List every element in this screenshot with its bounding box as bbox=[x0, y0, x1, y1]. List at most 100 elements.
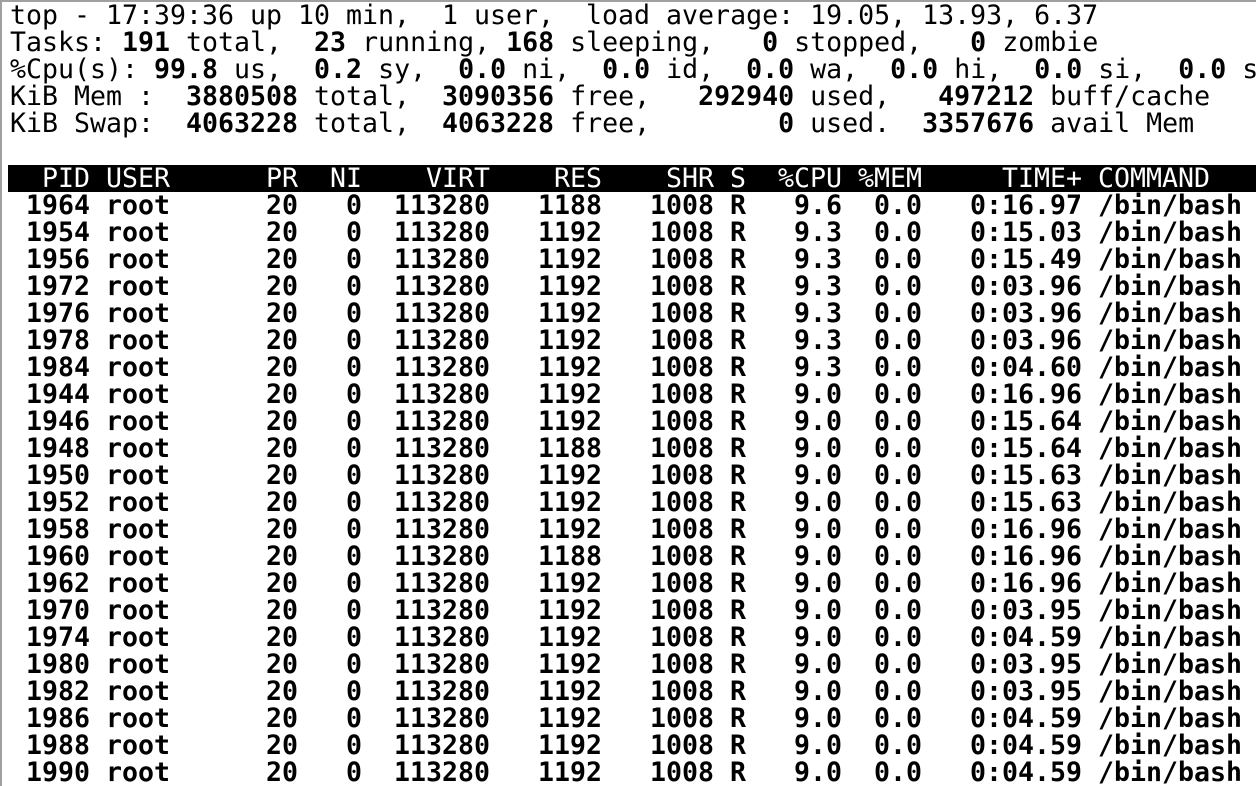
cell-command: /bin/bash bbox=[1098, 487, 1243, 518]
cell-pid: 1954 bbox=[25, 217, 90, 248]
cell-pid: 1988 bbox=[25, 730, 90, 761]
cell-mem: 0.0 bbox=[873, 190, 922, 221]
summary-value: 4063228 bbox=[186, 108, 299, 139]
cell-time: 0:04.59 bbox=[969, 730, 1082, 761]
cell-pid: 1956 bbox=[25, 244, 90, 275]
cell-time: 0:15.03 bbox=[969, 217, 1082, 248]
cell-mem: 0.0 bbox=[873, 568, 922, 599]
cell-mem: 0.0 bbox=[873, 676, 922, 707]
cell-command: /bin/bash bbox=[1098, 622, 1243, 653]
summary-value: 3357676 bbox=[922, 108, 1035, 139]
cell-command: /bin/bash bbox=[1098, 568, 1243, 599]
summary-label: s bbox=[1226, 54, 1256, 85]
cell-time: 0:03.95 bbox=[969, 676, 1082, 707]
cell-command: /bin/bash bbox=[1098, 757, 1243, 786]
cell-mem: 0.0 bbox=[873, 352, 922, 383]
cell-time: 0:04.59 bbox=[969, 757, 1082, 786]
cell-pid: 1950 bbox=[25, 460, 90, 491]
cell-pid: 1972 bbox=[25, 271, 90, 302]
cell-command: /bin/bash bbox=[1098, 730, 1243, 761]
cell-time: 0:16.97 bbox=[969, 190, 1082, 221]
cell-mem: 0.0 bbox=[873, 217, 922, 248]
cell-pid: 1960 bbox=[25, 541, 90, 572]
cpu-line: %Cpu(s): 99.8 us, 0.2 sy, 0.0 ni, 0.0 id… bbox=[10, 56, 1256, 83]
cell-time: 0:03.96 bbox=[969, 325, 1082, 356]
column-header-time: TIME+ bbox=[1001, 163, 1082, 194]
cell-mem: 0.0 bbox=[873, 487, 922, 518]
cell-pid: 1964 bbox=[25, 190, 90, 221]
summary-value: 4063228 bbox=[442, 108, 555, 139]
cell-command: /bin/bash bbox=[1098, 325, 1243, 356]
cell-mem: 0.0 bbox=[873, 460, 922, 491]
cell-pid: 1974 bbox=[25, 622, 90, 653]
cell-time: 0:03.96 bbox=[969, 271, 1082, 302]
cell-pid: 1980 bbox=[25, 649, 90, 680]
cell-command: /bin/bash bbox=[1098, 244, 1243, 275]
cell-mem: 0.0 bbox=[873, 541, 922, 572]
cell-command: /bin/bash bbox=[1098, 541, 1243, 572]
cell-command: /bin/bash bbox=[1098, 217, 1243, 248]
cell-command: /bin/bash bbox=[1098, 460, 1243, 491]
cell-command: /bin/bash bbox=[1098, 649, 1243, 680]
cell-pid: 1944 bbox=[25, 379, 90, 410]
cell-mem: 0.0 bbox=[873, 730, 922, 761]
cell-mem: 0.0 bbox=[873, 433, 922, 464]
cell-mem: 0.0 bbox=[873, 244, 922, 275]
cell-command: /bin/bash bbox=[1098, 406, 1243, 437]
cell-time: 0:03.95 bbox=[969, 595, 1082, 626]
cell-pid: 1952 bbox=[25, 487, 90, 518]
summary-value: 0 bbox=[778, 108, 795, 139]
summary-label: free, bbox=[554, 108, 779, 139]
cell-command: /bin/bash bbox=[1098, 352, 1243, 383]
cell-mem: 0.0 bbox=[873, 595, 922, 626]
summary-label: used. bbox=[794, 108, 923, 139]
cell-time: 0:04.59 bbox=[969, 622, 1082, 653]
cell-pid: 1958 bbox=[25, 514, 90, 545]
cell-time: 0:04.59 bbox=[969, 703, 1082, 734]
cell-pid: 1970 bbox=[25, 595, 90, 626]
cell-mem: 0.0 bbox=[873, 703, 922, 734]
cell-time: 0:16.96 bbox=[969, 568, 1082, 599]
cell-command: /bin/bash bbox=[1098, 703, 1243, 734]
cell-mem: 0.0 bbox=[873, 298, 922, 329]
mem-line: KiB Mem : 3880508 total, 3090356 free, 2… bbox=[10, 83, 1210, 110]
tasks-line: Tasks: 191 total, 23 running, 168 sleepi… bbox=[10, 29, 1098, 56]
cell-command: /bin/bash bbox=[1098, 190, 1243, 221]
cell-pid: 1946 bbox=[25, 406, 90, 437]
cell-time: 0:15.64 bbox=[969, 433, 1082, 464]
cell-command: /bin/bash bbox=[1098, 271, 1243, 302]
cell-time: 0:16.96 bbox=[969, 514, 1082, 545]
cell-time: 0:04.60 bbox=[969, 352, 1082, 383]
cell-mem: 0.0 bbox=[873, 622, 922, 653]
column-header-mem: %MEM bbox=[857, 163, 922, 194]
swap-line: KiB Swap: 4063228 total, 4063228 free, 0… bbox=[10, 110, 1194, 137]
cell-pid: 1984 bbox=[25, 352, 90, 383]
cell-pid: 1990 bbox=[25, 757, 90, 786]
cell-mem: 0.0 bbox=[873, 271, 922, 302]
cell-mem: 0.0 bbox=[873, 406, 922, 437]
summary-label: KiB Swap: bbox=[10, 108, 187, 139]
cell-command: /bin/bash bbox=[1098, 433, 1243, 464]
cell-command: /bin/bash bbox=[1098, 379, 1243, 410]
cell-mem: 0.0 bbox=[873, 379, 922, 410]
cell-mem: 0.0 bbox=[873, 325, 922, 356]
cell-time: 0:03.96 bbox=[969, 298, 1082, 329]
cell-pid: 1962 bbox=[25, 568, 90, 599]
cell-time: 0:15.49 bbox=[969, 244, 1082, 275]
cell-time: 0:15.63 bbox=[969, 487, 1082, 518]
cell-command: /bin/bash bbox=[1098, 676, 1243, 707]
cell-time: 0:16.96 bbox=[969, 541, 1082, 572]
uptime-line: top - 17:39:36 up 10 min, 1 user, load a… bbox=[10, 2, 1098, 29]
cell-time: 0:03.95 bbox=[969, 649, 1082, 680]
cell-time: 0:16.96 bbox=[969, 379, 1082, 410]
column-header-command: COMMAND bbox=[1098, 163, 1211, 194]
column-header-pid: PID bbox=[41, 163, 90, 194]
cell-pid: 1976 bbox=[25, 298, 90, 329]
cell-time: 0:15.64 bbox=[969, 406, 1082, 437]
cell-pid: 1948 bbox=[25, 433, 90, 464]
cell-command: /bin/bash bbox=[1098, 514, 1243, 545]
cell-time: 0:15.63 bbox=[969, 460, 1082, 491]
terminal-window[interactable]: top - 17:39:36 up 10 min, 1 user, load a… bbox=[0, 0, 1256, 786]
cell-pid: 1982 bbox=[25, 676, 90, 707]
summary-label: avail Mem bbox=[1034, 108, 1195, 139]
